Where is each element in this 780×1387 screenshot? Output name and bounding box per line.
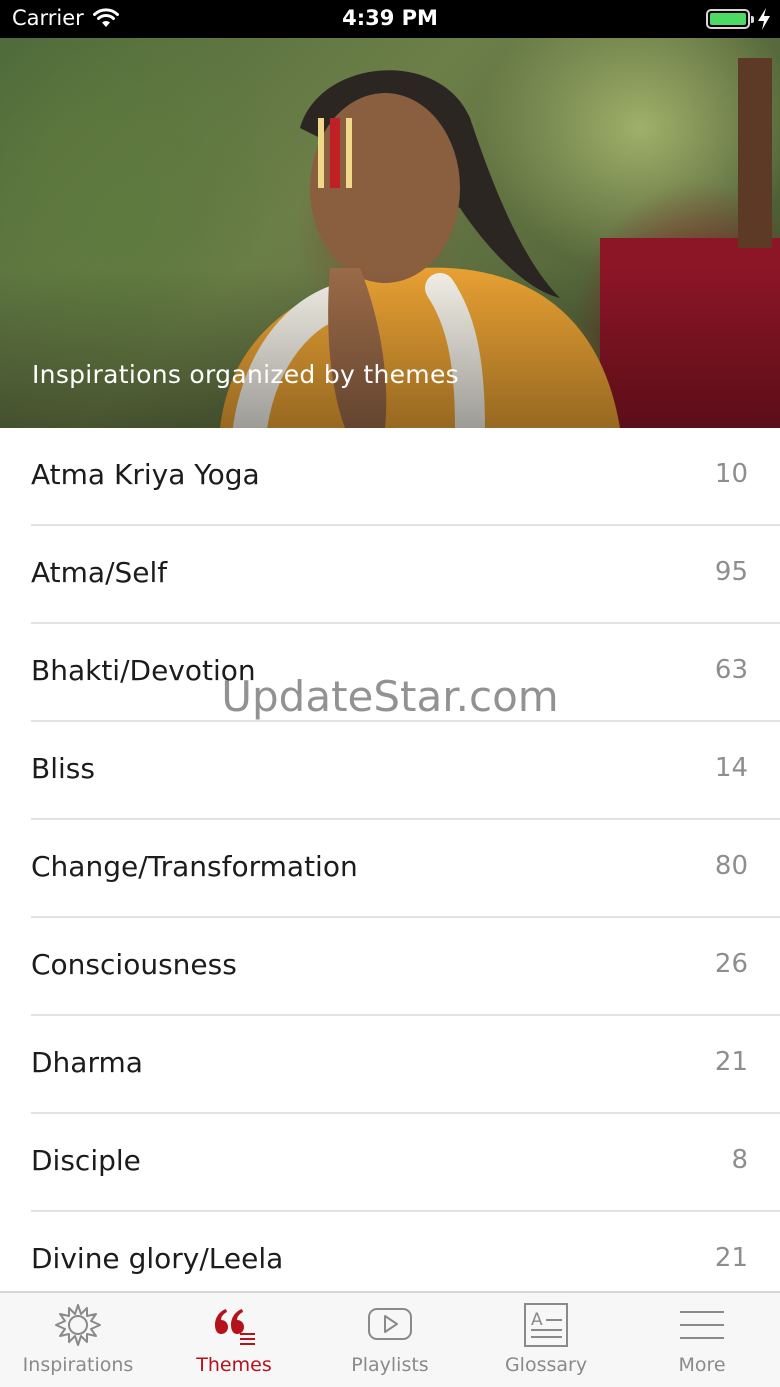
glossary-icon: A — [524, 1303, 568, 1347]
theme-list: Atma Kriya Yoga 10 Atma/Self 95 Bhakti/D… — [0, 428, 780, 1310]
tab-themes[interactable]: Themes — [156, 1293, 312, 1387]
sun-icon — [55, 1304, 101, 1346]
hero-image: Inspirations organized by themes — [0, 38, 780, 428]
theme-count: 63 — [714, 655, 748, 685]
theme-row[interactable]: Disciple 8 — [0, 1114, 780, 1212]
theme-row[interactable]: Atma Kriya Yoga 10 — [0, 428, 780, 526]
theme-name: Bhakti/Devotion — [31, 654, 256, 687]
hero-caption: Inspirations organized by themes — [32, 360, 459, 389]
menu-icon — [680, 1311, 724, 1339]
theme-row[interactable]: Change/Transformation 80 — [0, 820, 780, 918]
theme-name: Divine glory/Leela — [31, 1242, 284, 1275]
theme-count: 14 — [714, 753, 748, 783]
quote-icon — [215, 1309, 255, 1345]
theme-row[interactable]: Bliss 14 — [0, 722, 780, 820]
tab-label: Glossary — [504, 1354, 588, 1376]
charging-bolt-icon — [758, 8, 770, 30]
tab-glossary[interactable]: A Glossary — [468, 1293, 624, 1387]
theme-count: 26 — [714, 949, 748, 979]
play-icon — [368, 1308, 412, 1340]
tab-inspirations[interactable]: Inspirations — [0, 1293, 156, 1387]
theme-count: 8 — [731, 1145, 748, 1175]
tab-playlists[interactable]: Playlists — [312, 1293, 468, 1387]
theme-name: Change/Transformation — [31, 850, 358, 883]
theme-row[interactable]: Consciousness 26 — [0, 918, 780, 1016]
theme-count: 21 — [714, 1243, 748, 1273]
battery-icon — [706, 9, 754, 29]
theme-name: Dharma — [31, 1046, 143, 1079]
theme-row[interactable]: Bhakti/Devotion 63 — [0, 624, 780, 722]
theme-row[interactable]: Atma/Self 95 — [0, 526, 780, 624]
theme-row[interactable]: Dharma 21 — [0, 1016, 780, 1114]
theme-name: Atma Kriya Yoga — [31, 458, 260, 491]
tab-label: Playlists — [351, 1354, 429, 1376]
theme-name: Atma/Self — [31, 556, 168, 589]
tab-more[interactable]: More — [624, 1293, 780, 1387]
status-time: 4:39 PM — [342, 6, 438, 30]
hero-shade — [0, 268, 780, 428]
tab-label: Inspirations — [22, 1354, 134, 1376]
theme-name: Disciple — [31, 1144, 141, 1177]
status-bar: Carrier 4:39 PM — [0, 0, 780, 38]
tab-label: More — [678, 1354, 726, 1376]
svg-text:A: A — [531, 1310, 543, 1330]
tab-label: Themes — [196, 1354, 272, 1376]
theme-name: Bliss — [31, 752, 95, 785]
theme-count: 95 — [714, 557, 748, 587]
theme-name: Consciousness — [31, 948, 237, 981]
theme-count: 80 — [714, 851, 748, 881]
tab-bar: Inspirations Themes Playlists A Glossary — [0, 1291, 780, 1387]
theme-count: 10 — [714, 459, 748, 489]
theme-count: 21 — [714, 1047, 748, 1077]
